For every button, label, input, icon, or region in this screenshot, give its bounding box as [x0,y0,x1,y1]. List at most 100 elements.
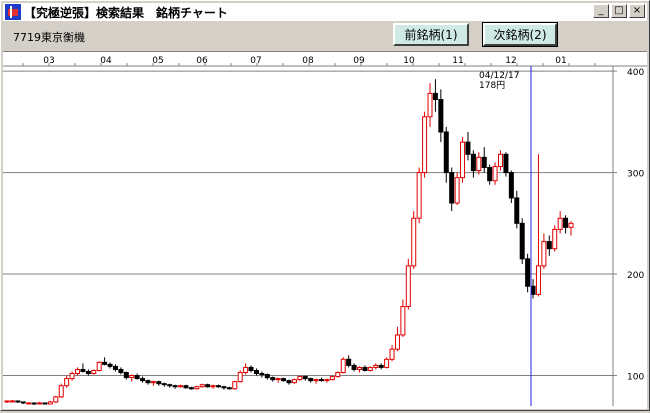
candle-body [156,381,162,385]
candle-body [75,368,80,375]
prev-stock-button[interactable]: 前銘柄(1) [393,23,469,46]
y-tick-label: 400 [627,68,644,78]
candle-body [118,368,124,374]
candle-body [107,363,113,367]
candle-body [53,396,59,403]
candle-body [454,177,460,204]
candle-body [172,385,178,388]
cursor-date: 04/12/17 [479,71,519,81]
candle-body [297,376,303,381]
candle-body [183,385,189,389]
candlestick-chart[interactable]: 10020030040003 04 05 06 07 08 09 10 11 12 0104/12/… [3,52,647,409]
x-tick-label: 04 [100,56,112,66]
candle-body [422,116,428,174]
candle-body [112,365,118,370]
candle-body [411,217,417,267]
candle-body [378,364,384,368]
candle-body [503,153,509,174]
candle-body [221,386,227,389]
candle-body [557,217,563,230]
candle-body [253,369,259,375]
candle-body [291,379,297,384]
candle-body [313,379,319,382]
candle-body [465,141,471,155]
candle-body [188,387,194,390]
candle-body [123,372,129,379]
candle-body [161,383,167,386]
close-button[interactable]: × [629,4,645,18]
candle-body [205,384,211,388]
candle-body [487,166,493,182]
candle-body [568,222,574,228]
app-icon [5,4,21,20]
cursor-price: 178円 [479,80,505,91]
candle-body [26,402,32,405]
chart-window: 【究極逆張】検索結果 銘柄チャート _ □ × 7719東京衡機 前銘柄(1) … [0,0,650,411]
candle-body [145,380,151,384]
candle-body [226,387,232,390]
candle-body [80,368,86,372]
candle-body [340,358,346,374]
candle-body [210,385,216,388]
candle-body [69,373,75,380]
maximize-button[interactable]: □ [611,4,627,18]
x-tick-label: 11 [452,56,463,66]
candle-body [357,366,362,370]
toolbar: 7719東京衡機 前銘柄(1) 次銘柄(2) [3,22,647,49]
title-bar[interactable]: 【究極逆張】検索結果 銘柄チャート _ □ × [3,3,647,21]
candle-body [329,376,335,381]
candle-body [96,361,102,371]
chart-area[interactable]: 100 200 300 400 03 04 05 06 07 08 09 10 11 12 01 04/12/… [3,51,647,409]
candle-body [351,364,357,370]
candle-body [259,373,265,376]
next-stock-button[interactable]: 次銘柄(2) [482,22,558,47]
candle-body [64,378,70,387]
candle-body [346,358,352,366]
candle-body [541,241,547,267]
candle-body [199,384,205,388]
y-tick-label: 300 [627,170,644,180]
candle-body [243,366,249,374]
candle-body [438,98,444,133]
candle-body [178,385,184,388]
x-tick-label: 06 [196,56,208,66]
candle-body [42,402,48,405]
candle-body [58,385,64,398]
candle-body [335,372,341,378]
candle-body [470,153,476,172]
candle-body [432,92,438,100]
candle-body [416,172,422,219]
candle-body [319,379,325,382]
candle-body [134,375,140,380]
candle-body [37,402,43,405]
candle-body [248,366,254,371]
window-controls: _ □ × [593,4,645,18]
candle-body [216,385,221,388]
candle-body [308,378,314,382]
candle-body [270,377,276,381]
candle-body [400,306,406,336]
candle-body [535,265,541,295]
candle-body [324,379,330,382]
candle-body [140,378,146,382]
candle-body [460,141,466,179]
x-tick-label: 12 [505,56,516,66]
candle-body [481,156,487,168]
candle-body [546,241,552,250]
candle-body [514,197,520,224]
candle-body [389,348,395,360]
minimize-button[interactable]: _ [593,4,609,18]
x-tick-label: 05 [152,56,163,66]
candle-body [498,153,503,167]
candle-body [47,401,53,405]
x-tick-label: 09 [353,56,365,66]
candle-body [405,265,411,308]
candle-body [525,258,531,287]
candle-body [302,376,308,380]
candle-body [530,285,536,295]
candle-body [9,400,15,403]
window-title: 【究極逆張】検索結果 銘柄チャート [24,5,228,20]
y-tick-label: 200 [627,271,644,281]
candle-body [237,372,243,383]
candle-body [449,172,455,204]
